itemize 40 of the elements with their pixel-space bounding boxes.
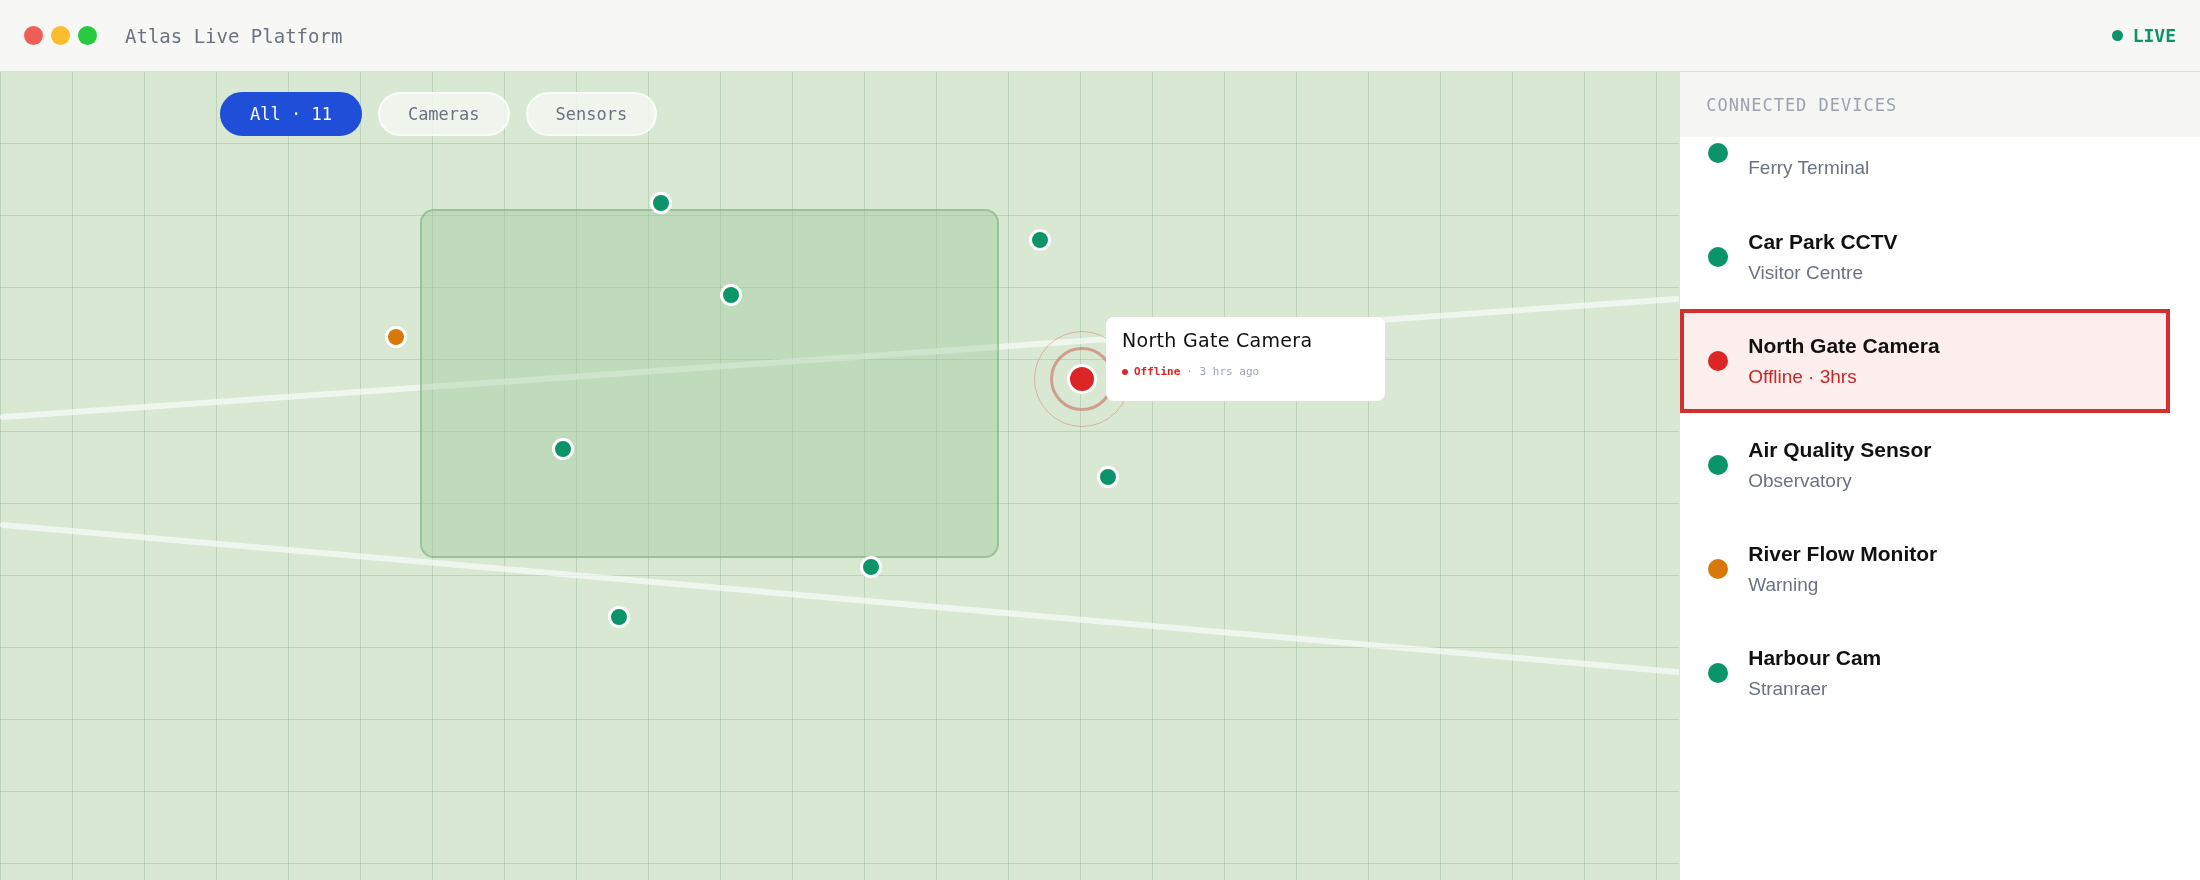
status-label: Offline xyxy=(1134,365,1181,378)
filter-chip[interactable]: Sensors xyxy=(525,92,658,136)
device-item[interactable]: River Flow Monitor Warning xyxy=(1680,517,2170,621)
device-location: Offline · 3hrs xyxy=(1748,366,1858,388)
device-name: Air Quality Sensor xyxy=(1748,438,1932,462)
live-dot-icon xyxy=(2111,30,2123,41)
device-name: Harbour Cam xyxy=(1748,646,1882,670)
map-pin[interactable] xyxy=(720,284,742,306)
live-label: LIVE xyxy=(2132,25,2176,46)
device-name: North Gate Camera xyxy=(1748,334,1940,358)
device-item[interactable]: Ferry Terminal xyxy=(1680,137,2170,205)
window-title: Atlas Live Platform xyxy=(125,24,343,47)
maximize-button[interactable] xyxy=(78,26,97,45)
map-pin[interactable] xyxy=(608,606,630,628)
device-location: Visitor Centre xyxy=(1748,262,1864,284)
map-pin[interactable] xyxy=(1097,466,1119,488)
map-pin[interactable] xyxy=(385,326,407,348)
device-item[interactable]: Air Quality Sensor Observatory xyxy=(1680,413,2170,517)
map-pin[interactable] xyxy=(650,192,672,214)
time-label: · 3 hrs ago xyxy=(1186,365,1260,378)
sidebar-title: CONNECTED DEVICES xyxy=(1706,94,1898,115)
map-pin[interactable] xyxy=(1067,364,1097,394)
filter-chip[interactable]: All · 11 xyxy=(220,92,362,136)
device-location: Stranraer xyxy=(1748,678,1829,700)
device-name: River Flow Monitor xyxy=(1748,542,1938,566)
device-location: Ferry Terminal xyxy=(1748,157,1870,179)
status-dot-icon xyxy=(1122,368,1128,375)
map-pin[interactable] xyxy=(1029,229,1051,251)
device-name: Car Park CCTV xyxy=(1748,230,1898,254)
device-item[interactable]: North Gate Camera Offline · 3hrs xyxy=(1680,309,2170,413)
device-location: Warning xyxy=(1748,574,1820,596)
device-item[interactable]: Harbour Cam Stranraer xyxy=(1680,621,2170,725)
map[interactable]: All · 11 Cameras Sensors North Gate Camera Offline · 3 hrs ago xyxy=(0,72,1680,880)
device-location: Observatory xyxy=(1748,470,1853,492)
filter-chip[interactable]: Cameras xyxy=(377,92,510,136)
popup-title: North Gate Camera xyxy=(1122,329,1314,351)
close-button[interactable] xyxy=(24,26,43,45)
map-pin[interactable] xyxy=(860,556,882,578)
device-item[interactable]: Car Park CCTV Visitor Centre xyxy=(1680,205,2170,309)
map-pin[interactable] xyxy=(552,438,574,460)
